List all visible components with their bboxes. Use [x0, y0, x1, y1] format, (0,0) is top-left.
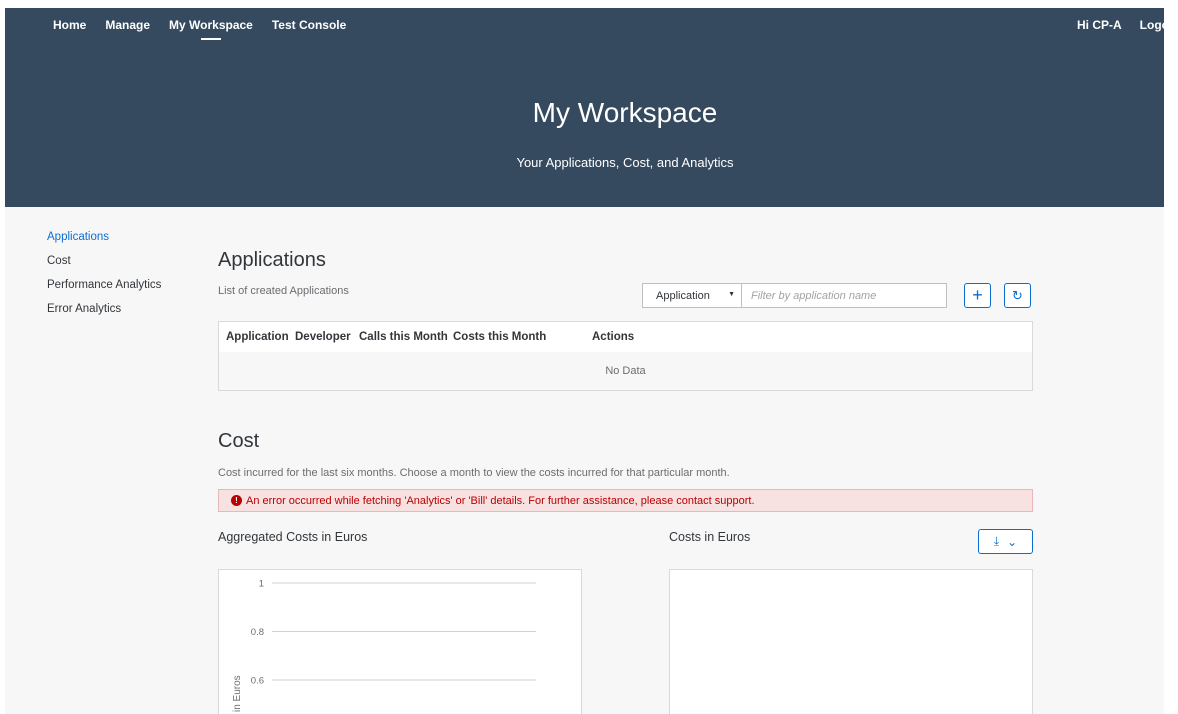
- error-text: An error occurred while fetching 'Analyt…: [246, 494, 755, 507]
- column-header-application[interactable]: Application: [226, 331, 289, 343]
- nav-my-workspace[interactable]: My Workspace: [169, 18, 253, 40]
- filter-field-select[interactable]: Application ▼: [643, 284, 742, 307]
- y-axis-label: in Euros: [232, 675, 243, 712]
- refresh-button[interactable]: ↻: [1004, 283, 1031, 308]
- sidebar: Applications Cost Performance Analytics …: [47, 230, 161, 326]
- top-navigation: Home Manage My Workspace Test Console: [53, 18, 365, 40]
- filter-select-value: Application: [656, 289, 710, 302]
- nav-home[interactable]: Home: [53, 18, 86, 38]
- costs-in-euros-title: Costs in Euros: [669, 530, 751, 544]
- filter-input[interactable]: Filter by application name: [742, 284, 946, 307]
- y-tick-label: 1: [259, 579, 264, 590]
- error-message-strip: ! An error occurred while fetching 'Anal…: [218, 489, 1033, 512]
- applications-table: Application Developer Calls this Month C…: [218, 321, 1033, 391]
- plus-icon: +: [972, 285, 983, 305]
- y-tick-label: 0.6: [251, 676, 264, 687]
- application-filter: Application ▼ Filter by application name: [642, 283, 947, 308]
- cost-description: Cost incurred for the last six months. C…: [218, 467, 730, 479]
- table-empty-row: No Data: [219, 352, 1032, 390]
- user-bar: Hi CP-A Logou: [1077, 18, 1164, 32]
- page-title: My Workspace: [532, 97, 718, 128]
- chevron-down-icon: ⌄: [1007, 534, 1018, 549]
- y-tick-label: 0.8: [251, 627, 264, 638]
- error-icon: !: [231, 495, 242, 506]
- column-header-calls[interactable]: Calls this Month: [359, 331, 448, 343]
- refresh-icon: ↻: [1012, 287, 1023, 303]
- logout-link[interactable]: Logou: [1140, 18, 1164, 32]
- aggregated-costs-chart: 1 0.8 0.6 in Euros: [232, 579, 536, 712]
- download-icon: ⤓: [993, 534, 1000, 548]
- cost-title: Cost: [218, 430, 260, 452]
- costs-chart-panel: [669, 569, 1033, 714]
- add-application-button[interactable]: +: [964, 283, 991, 308]
- sidebar-item-applications[interactable]: Applications: [47, 230, 161, 254]
- column-header-costs[interactable]: Costs this Month: [453, 331, 546, 343]
- column-header-actions[interactable]: Actions: [592, 331, 634, 343]
- no-data-text: No Data: [605, 365, 646, 377]
- header-banner: Home Manage My Workspace Test Console Hi…: [5, 8, 1164, 207]
- column-header-developer[interactable]: Developer: [295, 331, 351, 343]
- user-greeting[interactable]: Hi CP-A: [1077, 18, 1122, 32]
- aggregated-costs-title: Aggregated Costs in Euros: [218, 530, 368, 544]
- sidebar-item-cost[interactable]: Cost: [47, 254, 161, 278]
- applications-description: List of created Applications: [218, 285, 349, 297]
- caret-down-icon: ▼: [728, 291, 735, 298]
- download-menu-button[interactable]: ⤓ ⌄: [978, 529, 1033, 554]
- aggregated-costs-chart-panel: 1 0.8 0.6 in Euros: [218, 569, 582, 714]
- nav-test-console[interactable]: Test Console: [272, 18, 346, 38]
- sidebar-item-error-analytics[interactable]: Error Analytics: [47, 302, 161, 326]
- applications-title: Applications: [218, 249, 326, 271]
- page-subtitle: Your Applications, Cost, and Analytics: [516, 155, 734, 170]
- nav-manage[interactable]: Manage: [105, 18, 150, 38]
- sidebar-item-performance-analytics[interactable]: Performance Analytics: [47, 278, 161, 302]
- page: Home Manage My Workspace Test Console Hi…: [5, 8, 1164, 714]
- table-header: Application Developer Calls this Month C…: [219, 322, 1032, 353]
